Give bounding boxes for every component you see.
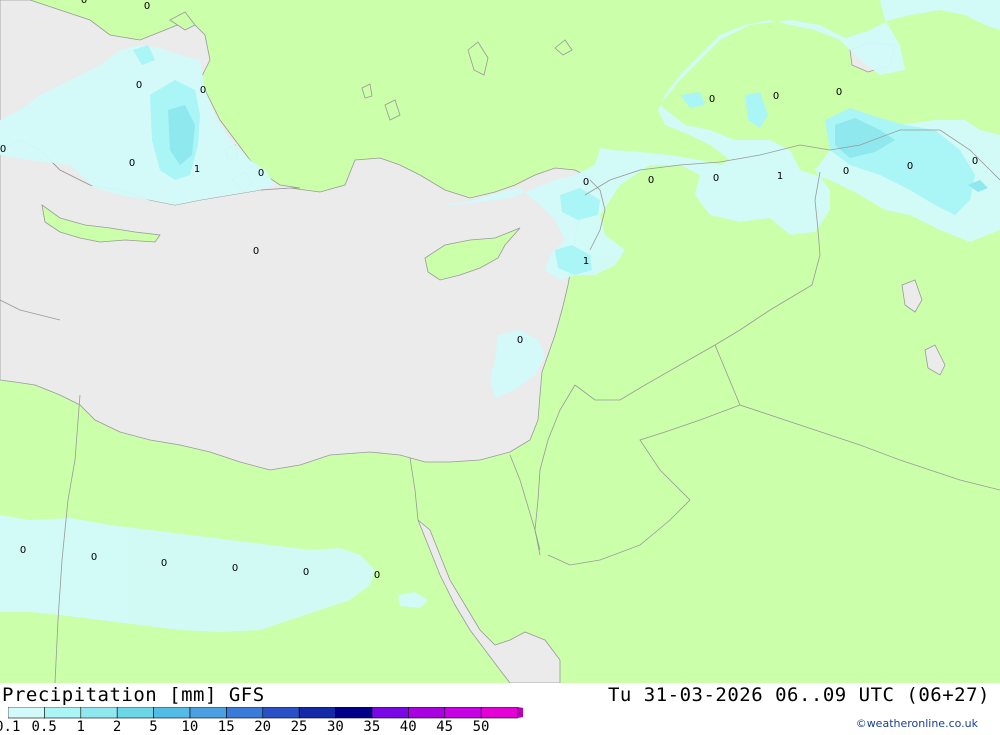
val-iraq-2: 0 bbox=[907, 161, 913, 172]
credit-link[interactable]: ©weatheronline.co.uk bbox=[856, 717, 978, 730]
legend-swatch bbox=[116, 707, 154, 719]
precip-legend-scale bbox=[8, 707, 523, 719]
map-footer: Precipitation [mm] GFS Tu 31-03-2026 06.… bbox=[0, 683, 1000, 735]
val-iraq-1: 0 bbox=[843, 166, 849, 177]
legend-swatch bbox=[262, 707, 300, 719]
val-syria-1: 0 bbox=[648, 175, 654, 186]
legend-swatch bbox=[189, 707, 227, 719]
map-title: Precipitation [mm] GFS bbox=[2, 684, 265, 706]
val-aegean-7: 0 bbox=[258, 168, 264, 179]
legend-swatch bbox=[371, 707, 409, 719]
legend-swatch bbox=[226, 707, 264, 719]
val-egypt-2: 0 bbox=[91, 552, 97, 563]
val-top-2: 0 bbox=[144, 1, 150, 12]
val-levant-sea: 0 bbox=[517, 335, 523, 346]
legend-swatch bbox=[153, 707, 191, 719]
val-aegean-1: 0 bbox=[136, 80, 142, 91]
val-aegean-2: 0 bbox=[200, 85, 206, 96]
legend-swatch bbox=[408, 707, 446, 719]
legend-swatch bbox=[8, 707, 45, 719]
val-aegean-3: 0 bbox=[0, 144, 6, 155]
legend-swatch bbox=[444, 707, 482, 719]
val-aegean-4: 0 bbox=[129, 158, 135, 169]
val-syria-3: 1 bbox=[777, 171, 783, 182]
val-iraq-3: 0 bbox=[972, 156, 978, 167]
legend-swatch bbox=[480, 707, 518, 719]
val-egypt-5: 0 bbox=[303, 567, 309, 578]
val-egypt-6: 0 bbox=[374, 570, 380, 581]
val-crete-north: 0 bbox=[253, 246, 259, 257]
forecast-datetime: Tu 31-03-2026 06..09 UTC (06+27) bbox=[607, 684, 990, 706]
val-lebanon: 1 bbox=[583, 256, 589, 267]
val-egypt-3: 0 bbox=[161, 558, 167, 569]
val-egypt-4: 0 bbox=[232, 563, 238, 574]
val-top-1: 0 bbox=[81, 0, 87, 6]
precipitation-map: 0 0 0 0 0 0 1 0 0 0 0 0 0 0 0 1 0 0 0 1 … bbox=[0, 0, 1000, 683]
val-turkey-2: 0 bbox=[773, 91, 779, 102]
legend-swatch bbox=[335, 707, 373, 719]
val-syria-2: 0 bbox=[713, 173, 719, 184]
legend-swatch bbox=[80, 707, 118, 719]
val-turkey-1: 0 bbox=[709, 94, 715, 105]
legend-swatch bbox=[298, 707, 336, 719]
val-egypt-1: 0 bbox=[20, 545, 26, 556]
val-turkey-3: 0 bbox=[836, 87, 842, 98]
legend-arrow bbox=[517, 707, 523, 718]
val-iskenderun: 0 bbox=[583, 177, 589, 188]
legend-swatch bbox=[44, 707, 82, 719]
val-aegean-6: 1 bbox=[194, 164, 200, 175]
